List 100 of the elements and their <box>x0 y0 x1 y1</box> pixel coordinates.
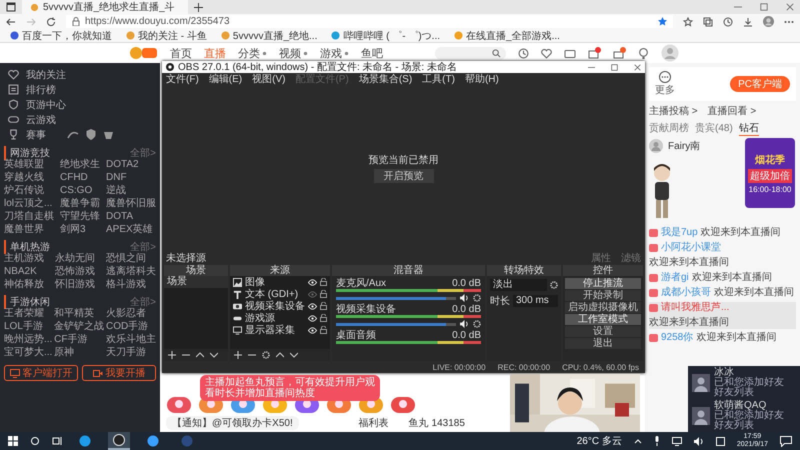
notification-icon[interactable] <box>780 436 792 446</box>
settings-icon[interactable] <box>550 281 558 289</box>
transition-select[interactable]: 淡出 <box>490 279 547 291</box>
weather-text[interactable]: 26°C 多云 <box>576 434 622 448</box>
sidebar-item[interactable]: 我的关注 <box>26 68 66 82</box>
team-logo-icon[interactable] <box>86 129 96 140</box>
category-link[interactable]: CFHD <box>60 172 100 184</box>
ime-icon[interactable] <box>716 436 725 446</box>
nav-link[interactable]: 分类 <box>238 46 267 60</box>
control-button[interactable]: 停止推流 <box>565 278 641 289</box>
settings-icon[interactable] <box>473 320 481 328</box>
bookmark-link[interactable]: 我的关注 - 斗鱼 <box>126 28 207 42</box>
speaker-icon[interactable] <box>694 436 704 446</box>
category-link[interactable]: CF手游 <box>54 334 104 346</box>
category-link[interactable]: 金铲铲之战 <box>54 321 104 333</box>
activity-icon[interactable] <box>166 396 192 414</box>
activity-icon[interactable] <box>390 396 416 414</box>
category-link[interactable]: 魔兽世界 <box>4 224 54 236</box>
task-icon[interactable] <box>588 47 601 59</box>
lock-icon[interactable] <box>320 326 327 334</box>
category-link[interactable]: DOTA2 <box>106 159 156 171</box>
category-link[interactable]: 魔兽争霸 <box>60 198 100 210</box>
scene-item[interactable]: 场景 <box>164 276 228 288</box>
category-link[interactable]: 恐怖游戏 <box>55 266 95 278</box>
menu-item[interactable]: 场景集合(S) <box>358 72 412 86</box>
chevron-up-icon[interactable] <box>634 437 642 445</box>
category-link[interactable]: 英雄联盟 <box>4 159 54 171</box>
category-link[interactable]: 天刀手游 <box>106 347 156 359</box>
category-link[interactable]: 格斗游戏 <box>106 279 156 291</box>
open-button[interactable]: 我要开播 <box>82 365 156 381</box>
microphone-icon[interactable] <box>654 436 660 446</box>
category-link[interactable]: LOL手游 <box>4 321 52 333</box>
up-icon[interactable] <box>276 351 284 359</box>
menu-item[interactable]: 编辑(E) <box>208 72 242 86</box>
control-button[interactable]: 工作室模式 <box>565 314 641 325</box>
sidebar-item[interactable]: 云游戏 <box>26 112 56 126</box>
event-banner[interactable]: 烟花季 超级加倍 16:00-18:00 <box>745 138 795 208</box>
category-link[interactable]: 主机游戏 <box>4 253 44 265</box>
more-link[interactable]: 全部> <box>130 294 156 308</box>
rank-tab[interactable]: 贡献周榜 <box>649 121 689 136</box>
more-link[interactable]: 全部> <box>130 240 156 254</box>
source-item[interactable]: 图像 <box>245 275 305 289</box>
category-link[interactable]: 炉石传说 <box>4 185 54 197</box>
bookmark-link[interactable]: 在线直播_全部游戏... <box>454 28 560 42</box>
category-link[interactable]: CS:GO <box>60 185 100 197</box>
heart-icon[interactable] <box>541 48 552 58</box>
category-link[interactable]: NBA2K <box>4 266 44 278</box>
nav-link[interactable]: 首页 <box>170 46 192 60</box>
category-link[interactable]: 永劫无间 <box>55 253 95 265</box>
enable-preview-button[interactable]: 开启预览 <box>374 169 434 183</box>
nav-link[interactable]: 视频 <box>279 46 308 60</box>
search-icon[interactable] <box>492 48 501 58</box>
category-link[interactable]: 原神 <box>54 347 104 359</box>
address-field[interactable]: https://www.douyu.com/2355473 <box>66 15 673 28</box>
control-button[interactable]: 设置 <box>565 326 641 337</box>
close-icon[interactable] <box>634 64 641 70</box>
down-icon[interactable] <box>290 351 298 359</box>
category-link[interactable]: 穿越火线 <box>4 172 54 184</box>
category-link[interactable]: 守望先锋 <box>60 211 100 223</box>
download-icon[interactable] <box>743 16 753 26</box>
duration-field[interactable]: 300 ms <box>513 295 558 307</box>
rank-tab[interactable]: 贵宾(48) <box>695 121 733 136</box>
category-link[interactable]: 逃离塔科夫 <box>106 266 156 278</box>
source-item[interactable]: 视频采集设备 <box>245 299 305 313</box>
lock-icon[interactable] <box>320 290 327 298</box>
control-button[interactable]: 启动虚拟摄像机 <box>565 302 641 313</box>
bulb-icon[interactable] <box>638 48 649 58</box>
category-link[interactable]: 宝可梦大... <box>4 347 52 359</box>
category-link[interactable]: 刀塔自走棋 <box>4 211 54 223</box>
rank-tab[interactable]: 钻石 <box>738 121 759 136</box>
room-link[interactable]: 直播回看 > <box>708 104 756 118</box>
source-item[interactable]: 游戏源 <box>245 311 305 325</box>
tab-actions-icon[interactable] <box>6 2 16 12</box>
category-link[interactable]: 逆战 <box>106 185 156 197</box>
network-icon[interactable] <box>672 436 682 446</box>
nav-link[interactable]: 鱼吧 <box>361 46 383 60</box>
up-icon[interactable] <box>196 351 204 359</box>
collections-icon[interactable] <box>703 16 713 26</box>
back-icon[interactable] <box>6 16 16 26</box>
control-button[interactable]: 退出 <box>565 338 641 349</box>
category-link[interactable]: 魔兽怀旧服 <box>106 198 156 210</box>
message-icon[interactable] <box>613 47 626 59</box>
add-icon[interactable] <box>234 351 242 359</box>
category-link[interactable]: 晚州远势... <box>4 334 52 346</box>
category-link[interactable]: APEX英雄 <box>106 224 156 236</box>
notification-link[interactable]: 好友列表 <box>714 420 784 430</box>
favorites-icon[interactable] <box>683 16 693 26</box>
team-logo-icon[interactable] <box>103 130 114 140</box>
menu-item[interactable]: 帮助(H) <box>464 72 499 86</box>
notification-link[interactable]: 好友列表 <box>714 388 784 398</box>
new-tab-icon[interactable] <box>194 2 203 12</box>
category-link[interactable]: 欢乐斗地主 <box>106 334 156 346</box>
start-icon[interactable] <box>8 436 18 446</box>
history-icon[interactable] <box>518 48 529 58</box>
category-link[interactable]: DOTA <box>106 211 156 223</box>
lock-icon[interactable] <box>320 278 327 286</box>
more-icon[interactable] <box>659 71 671 83</box>
logo-icon[interactable] <box>130 45 158 61</box>
category-link[interactable]: 恐惧之间 <box>106 253 156 265</box>
team-logo-icon[interactable] <box>67 130 79 140</box>
